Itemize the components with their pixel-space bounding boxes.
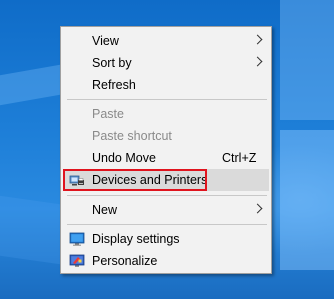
personalize-icon [69,253,85,269]
menu-separator [67,224,267,225]
menu-item-personalize[interactable]: Personalize [63,250,269,272]
menu-item-view[interactable]: View [63,30,269,52]
menu-item-label: View [92,34,119,48]
wallpaper-light-beam [0,64,60,106]
menu-item-undo-move[interactable]: Undo Move Ctrl+Z [63,147,269,169]
desktop-context-menu: View Sort by Refresh Paste Paste shortcu… [60,26,272,274]
annotation-highlight-box [63,169,207,191]
wallpaper-window-pane [280,0,334,120]
menu-item-label: Undo Move [92,151,156,165]
menu-item-new[interactable]: New [63,199,269,221]
menu-item-label: Personalize [92,254,158,268]
menu-item-paste-shortcut[interactable]: Paste shortcut [63,125,269,147]
menu-item-label: Refresh [92,78,136,92]
menu-item-label: New [92,203,118,217]
wallpaper-light-beam [0,195,60,265]
menu-item-refresh[interactable]: Refresh [63,74,269,96]
menu-separator [67,195,267,196]
wallpaper-window-pane [280,130,334,270]
menu-item-sort-by[interactable]: Sort by [63,52,269,74]
menu-item-label: Paste [92,107,124,121]
menu-separator [67,99,267,100]
menu-item-paste[interactable]: Paste [63,103,269,125]
chevron-right-icon [252,34,263,45]
chevron-right-icon [252,203,263,214]
menu-item-label: Display settings [92,232,180,246]
menu-item-shortcut: Ctrl+Z [222,151,257,165]
display-icon [69,231,85,247]
menu-item-label: Paste shortcut [92,129,172,143]
chevron-right-icon [252,56,263,67]
menu-item-display-settings[interactable]: Display settings [63,228,269,250]
menu-item-devices-and-printers[interactable]: Devices and Printers [63,169,269,191]
menu-item-label: Sort by [92,56,132,70]
